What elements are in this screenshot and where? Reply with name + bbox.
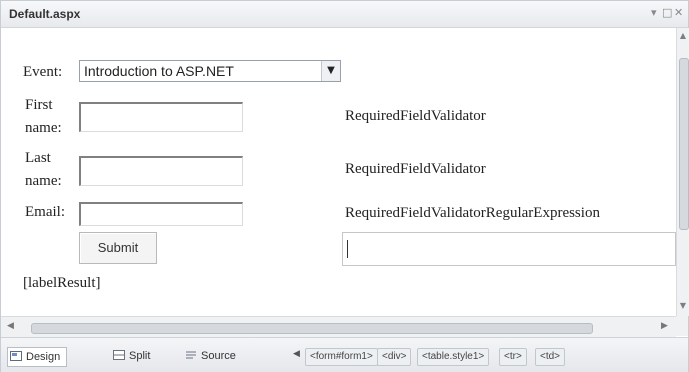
text-cursor xyxy=(347,240,348,258)
scrollbar-corner xyxy=(676,316,688,336)
last-name-label-line2: name: xyxy=(25,173,62,189)
tab-design-label: Design xyxy=(26,351,61,363)
window-menu-icon[interactable]: ▾ xyxy=(651,6,657,19)
tab-source[interactable]: Source xyxy=(185,347,236,365)
vertical-scroll-thumb[interactable] xyxy=(679,58,689,230)
scroll-left-icon[interactable]: ◀ xyxy=(7,321,14,331)
vertical-scrollbar[interactable]: ▲ ▼ xyxy=(676,28,689,316)
breadcrumb-scroll-left-icon[interactable]: ◀ xyxy=(293,349,300,359)
scroll-right-icon[interactable]: ▶ xyxy=(661,321,668,331)
event-dropdown[interactable]: Introduction to ASP.NET ▼ xyxy=(79,60,341,82)
designer-window: Default.aspx ▾ □ ✕ Event: First name: La… xyxy=(0,0,689,372)
split-view-icon xyxy=(113,350,125,360)
view-status-bar: Design Split Source ◀ <form#form1> <div>… xyxy=(1,337,688,372)
first-name-label-line1: First xyxy=(25,97,53,113)
horizontal-scroll-thumb[interactable] xyxy=(31,323,593,334)
tab-split[interactable]: Split xyxy=(113,347,150,365)
source-view-icon xyxy=(186,351,196,359)
scroll-up-icon[interactable]: ▲ xyxy=(678,30,688,42)
email-validator[interactable]: RequiredFieldValidatorRegularExpression xyxy=(345,205,600,222)
table-cell[interactable] xyxy=(342,232,676,266)
scroll-down-icon[interactable]: ▼ xyxy=(678,300,688,312)
maximize-icon[interactable]: □ xyxy=(662,6,672,19)
last-name-validator[interactable]: RequiredFieldValidator xyxy=(345,161,486,178)
first-name-input[interactable] xyxy=(79,102,243,132)
breadcrumb-tr[interactable]: <tr> xyxy=(499,348,527,366)
horizontal-scrollbar[interactable]: ◀ ▶ xyxy=(1,316,676,337)
tab-design[interactable]: Design xyxy=(7,347,68,367)
design-view-icon xyxy=(10,351,22,361)
email-label: Email: xyxy=(25,204,65,220)
document-tab-bar: Default.aspx ▾ □ ✕ xyxy=(1,1,688,28)
last-name-input[interactable] xyxy=(79,156,243,186)
label-result: [labelResult] xyxy=(23,275,101,291)
dropdown-arrow-icon[interactable]: ▼ xyxy=(321,61,340,81)
tab-split-label: Split xyxy=(129,350,151,362)
event-dropdown-value: Introduction to ASP.NET xyxy=(84,63,234,79)
close-icon[interactable]: ✕ xyxy=(674,6,683,19)
breadcrumb-table[interactable]: <table.style1> xyxy=(417,348,490,366)
breadcrumb-td[interactable]: <td> xyxy=(535,348,566,366)
first-name-validator[interactable]: RequiredFieldValidator xyxy=(345,108,486,125)
email-input[interactable] xyxy=(79,202,243,226)
breadcrumb-div[interactable]: <div> xyxy=(377,348,412,366)
breadcrumb-form[interactable]: <form#form1> xyxy=(305,348,378,366)
submit-button[interactable]: Submit xyxy=(79,232,157,264)
tab-source-label: Source xyxy=(201,350,236,362)
event-label: Event: xyxy=(23,64,63,80)
last-name-label-line1: Last xyxy=(25,150,51,166)
first-name-label-line2: name: xyxy=(25,120,62,136)
document-tab-title[interactable]: Default.aspx xyxy=(9,7,80,21)
